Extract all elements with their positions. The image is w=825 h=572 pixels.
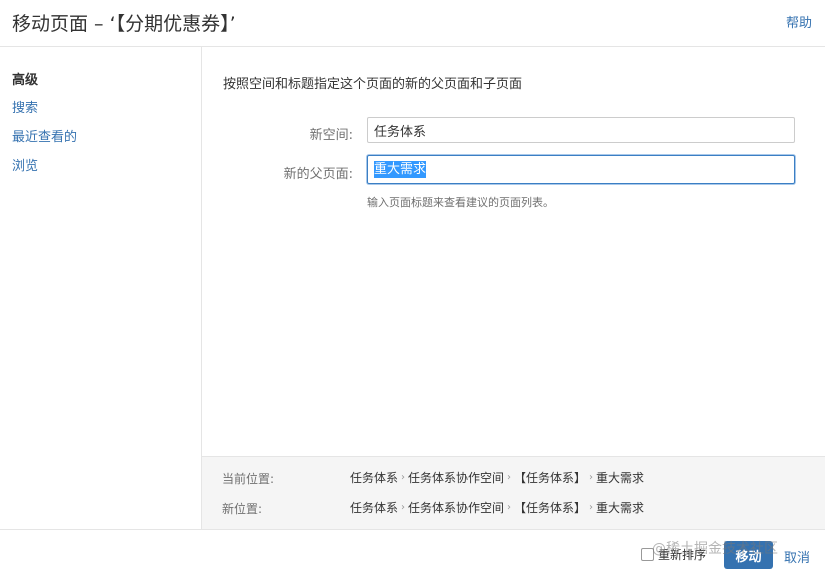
- move-button[interactable]: 移动: [724, 541, 773, 569]
- sidebar-item-search[interactable]: 搜索: [12, 97, 38, 116]
- sidebar-item-browse[interactable]: 浏览: [12, 155, 38, 174]
- dialog-title: 移动页面 – ‘【分期优惠券】’: [12, 13, 236, 35]
- chevron-right-icon: ›: [589, 472, 594, 483]
- reorder-checkbox[interactable]: [641, 548, 654, 561]
- cancel-link[interactable]: 取消: [784, 547, 810, 566]
- chevron-right-icon: ›: [507, 472, 512, 483]
- instruction-text: 按照空间和标题指定这个页面的新的父页面和子页面: [223, 77, 523, 92]
- parent-page-label: 新的父页面:: [283, 167, 353, 182]
- breadcrumb-item: 任务体系: [350, 501, 399, 515]
- reorder-option[interactable]: 重新排序: [641, 546, 706, 563]
- new-location-breadcrumb: 任务体系 › 任务体系协作空间 › 【任务体系】 › 重大需求: [350, 499, 644, 516]
- space-label: 新空间:: [309, 128, 353, 143]
- location-panel: 当前位置: 任务体系 › 任务体系协作空间 › 【任务体系】 › 重大需求 新位…: [202, 456, 825, 530]
- space-input[interactable]: [367, 117, 795, 143]
- sidebar-item-recently-viewed[interactable]: 最近查看的: [12, 126, 77, 145]
- help-link[interactable]: 帮助: [786, 12, 812, 31]
- new-location-label: 新位置:: [222, 502, 263, 516]
- chevron-right-icon: ›: [401, 472, 406, 483]
- current-location-label: 当前位置:: [222, 472, 275, 486]
- main-panel: 按照空间和标题指定这个页面的新的父页面和子页面 新空间: 新的父页面: 重大需求…: [202, 47, 825, 530]
- current-location-breadcrumb: 任务体系 › 任务体系协作空间 › 【任务体系】 › 重大需求: [350, 469, 644, 486]
- parent-page-input[interactable]: 重大需求: [367, 155, 795, 184]
- breadcrumb-item: 任务体系: [350, 471, 399, 485]
- breadcrumb-item: 任务体系协作空间: [408, 471, 505, 485]
- input-hint: 输入页面标题来查看建议的页面列表。: [367, 196, 554, 209]
- breadcrumb-item: 【任务体系】: [514, 471, 587, 485]
- dialog-footer: 重新排序 移动 取消 @稀土掘金技术社区: [0, 529, 825, 572]
- reorder-label: 重新排序: [658, 548, 707, 562]
- sidebar: 高级 搜索 最近查看的 浏览: [0, 47, 202, 529]
- chevron-right-icon: ›: [589, 502, 594, 513]
- breadcrumb-item: 任务体系协作空间: [408, 501, 505, 515]
- breadcrumb-item: 【任务体系】: [514, 501, 587, 515]
- breadcrumb-item: 重大需求: [596, 501, 645, 515]
- dialog-header: 移动页面 – ‘【分期优惠券】’ 帮助: [0, 0, 825, 47]
- sidebar-item-advanced[interactable]: 高级: [12, 69, 38, 88]
- parent-page-value: 重大需求: [374, 161, 427, 178]
- chevron-right-icon: ›: [507, 502, 512, 513]
- chevron-right-icon: ›: [401, 502, 406, 513]
- breadcrumb-item: 重大需求: [596, 471, 645, 485]
